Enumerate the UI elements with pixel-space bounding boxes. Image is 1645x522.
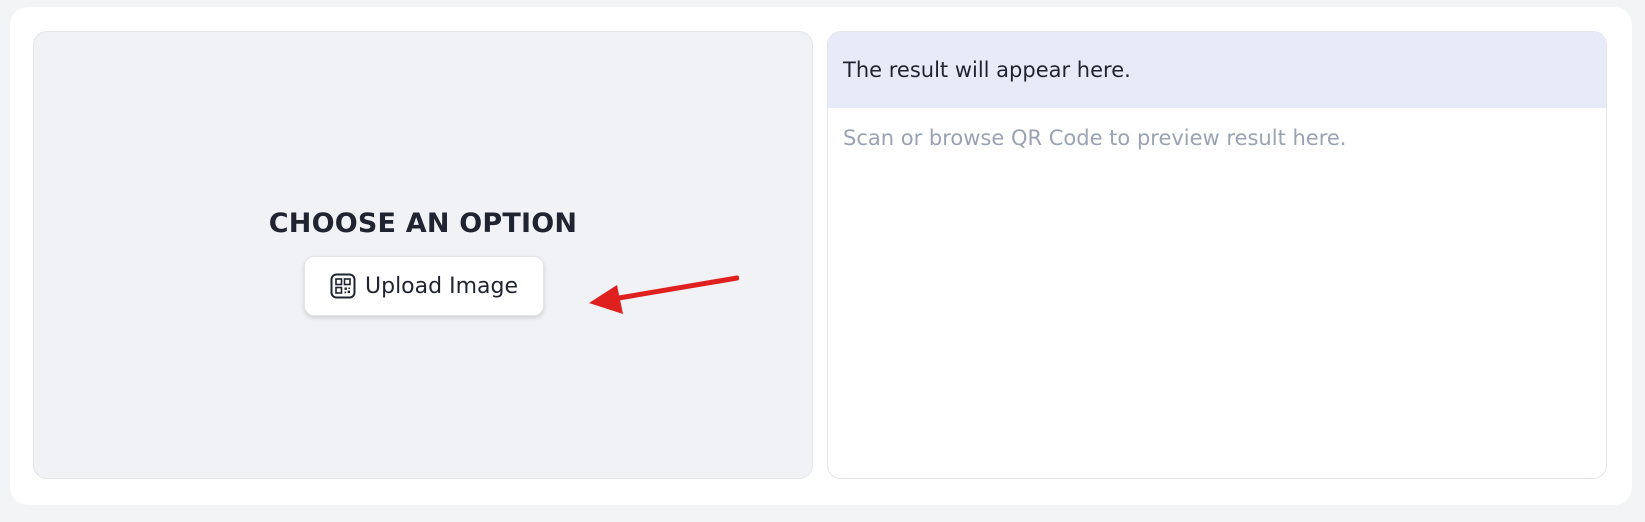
- scan-options-panel: CHOOSE AN OPTION Upload Image: [33, 31, 813, 479]
- result-panel: The result will appear here. Scan or bro…: [827, 31, 1607, 479]
- upload-image-button[interactable]: Upload Image: [304, 256, 544, 316]
- result-header: The result will appear here.: [828, 32, 1606, 108]
- red-arrow-icon: [589, 275, 739, 314]
- qr-scanner-card: CHOOSE AN OPTION Upload Image The result…: [10, 7, 1632, 505]
- qr-code-icon: [330, 273, 356, 299]
- result-placeholder-text: Scan or browse QR Code to preview result…: [843, 126, 1347, 150]
- upload-image-label: Upload Image: [365, 273, 518, 299]
- choose-option-heading: CHOOSE AN OPTION: [268, 208, 578, 239]
